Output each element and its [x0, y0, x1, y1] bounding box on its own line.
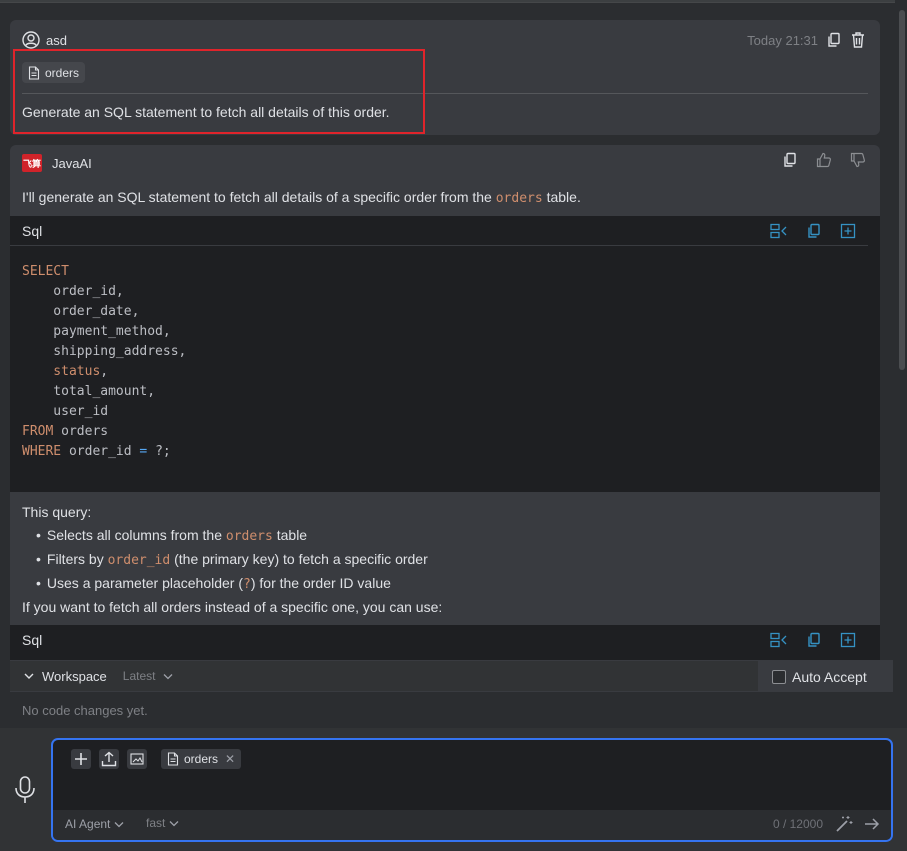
- ai-logo: 飞算: [22, 154, 42, 172]
- code-block-header: Sql: [10, 216, 868, 246]
- code-line: user_id: [22, 404, 109, 419]
- auto-accept-toggle[interactable]: Auto Accept: [758, 661, 893, 692]
- bullet-list: Selects all columns from the orders tabl…: [36, 524, 442, 596]
- file-icon: [167, 752, 179, 766]
- message-timestamp: Today 21:31: [747, 32, 818, 48]
- chat-input[interactable]: orders ✕ AI Agent fast 0 / 12000: [51, 738, 893, 842]
- list-item: Uses a parameter placeholder (?) for the…: [36, 572, 442, 596]
- explain-title: This query:: [22, 504, 92, 520]
- input-footer: AI Agent fast 0 / 12000: [53, 810, 891, 840]
- user-name: asd: [46, 32, 67, 48]
- workspace-title: Workspace: [42, 668, 107, 684]
- ai-explanation: This query: Selects all columns from the…: [22, 501, 442, 619]
- code-line: WHERE order_id = ?;: [22, 444, 171, 459]
- chevron-down-icon: [169, 820, 179, 826]
- followup-text: If you want to fetch all orders instead …: [22, 599, 443, 615]
- delete-icon[interactable]: [850, 31, 866, 49]
- image-icon[interactable]: [127, 749, 147, 769]
- intro-text-end: table.: [542, 189, 581, 205]
- code-line: status,: [22, 364, 109, 379]
- ai-header: 飞算 JavaAI: [22, 154, 92, 172]
- workspace-empty-text: No code changes yet.: [22, 703, 148, 718]
- highlight-annotation: [13, 49, 425, 134]
- user-meta: Today 21:31: [747, 31, 866, 49]
- input-tools: orders ✕: [71, 749, 242, 769]
- speed-label: fast: [146, 816, 166, 830]
- copy-code-icon[interactable]: [806, 223, 822, 239]
- ai-name: JavaAI: [52, 155, 92, 171]
- upload-icon[interactable]: [99, 749, 119, 769]
- scrollbar[interactable]: [897, 0, 907, 728]
- add-icon[interactable]: [71, 749, 91, 769]
- insert-at-cursor-icon[interactable]: [770, 632, 788, 648]
- code-line: SELECT: [22, 264, 69, 279]
- workspace-panel: Workspace Latest Auto Accept No code cha…: [10, 660, 893, 728]
- auto-accept-checkbox[interactable]: [772, 669, 786, 684]
- code-language: Sql: [22, 222, 43, 239]
- insert-at-cursor-icon[interactable]: [770, 223, 788, 239]
- scrollbar-thumb[interactable]: [899, 10, 905, 370]
- new-file-icon[interactable]: [840, 632, 856, 648]
- microphone-icon[interactable]: [13, 775, 37, 805]
- intro-text: I'll generate an SQL statement to fetch …: [22, 189, 496, 205]
- version-select[interactable]: Latest: [123, 669, 173, 683]
- chevron-down-icon: [163, 674, 173, 680]
- ai-intro: I'll generate an SQL statement to fetch …: [22, 189, 581, 206]
- version-label: Latest: [122, 669, 156, 683]
- inline-code: orders: [495, 191, 543, 206]
- speed-select[interactable]: fast: [138, 810, 188, 836]
- auto-accept-label: Auto Accept: [792, 668, 867, 685]
- code-tools: [770, 223, 856, 239]
- code-tools: [770, 632, 856, 648]
- code-block-header: Sql: [10, 625, 868, 655]
- code-line: shipping_address,: [22, 344, 187, 359]
- char-counter: 0 / 12000: [772, 817, 823, 831]
- list-item: Filters by order_id (the primary key) to…: [36, 548, 442, 572]
- code-block: Sql SELECT order_id, order_date, payment…: [10, 216, 880, 492]
- code-body: SELECT order_id, order_date, payment_met…: [10, 246, 880, 462]
- code-line: FROM orders: [22, 424, 109, 439]
- code-line: order_date,: [22, 304, 140, 319]
- thumbs-down-icon[interactable]: [850, 152, 866, 168]
- code-line: order_id,: [22, 284, 124, 299]
- chevron-down-icon[interactable]: [24, 672, 34, 680]
- user-header: asd: [22, 31, 67, 49]
- agent-select[interactable]: AI Agent: [65, 817, 124, 831]
- send-icon[interactable]: [863, 815, 881, 833]
- chevron-down-icon: [114, 821, 124, 827]
- attachment-chip[interactable]: orders ✕: [161, 749, 242, 769]
- new-file-icon[interactable]: [840, 223, 856, 239]
- code-line: payment_method,: [22, 324, 171, 339]
- code-block: Sql: [10, 625, 880, 665]
- close-icon[interactable]: ✕: [225, 752, 235, 766]
- input-area: orders ✕ AI Agent fast 0 / 12000: [0, 728, 907, 851]
- copy-icon[interactable]: [782, 152, 798, 168]
- magic-wand-icon[interactable]: [835, 815, 853, 833]
- thumbs-up-icon[interactable]: [816, 152, 832, 168]
- attachment-label: orders: [184, 752, 219, 766]
- ai-actions: [782, 152, 866, 168]
- workspace-header[interactable]: Workspace Latest: [10, 661, 758, 692]
- copy-code-icon[interactable]: [806, 632, 822, 648]
- ai-message-card: 飞算 JavaAI I'll generate an SQL statement…: [10, 145, 880, 728]
- code-language: Sql: [22, 632, 43, 648]
- agent-label: AI Agent: [65, 817, 111, 831]
- user-avatar-icon: [22, 31, 40, 49]
- code-line: total_amount,: [22, 384, 156, 399]
- top-border: [0, 0, 895, 3]
- copy-icon[interactable]: [826, 32, 842, 48]
- list-item: Selects all columns from the orders tabl…: [36, 524, 442, 548]
